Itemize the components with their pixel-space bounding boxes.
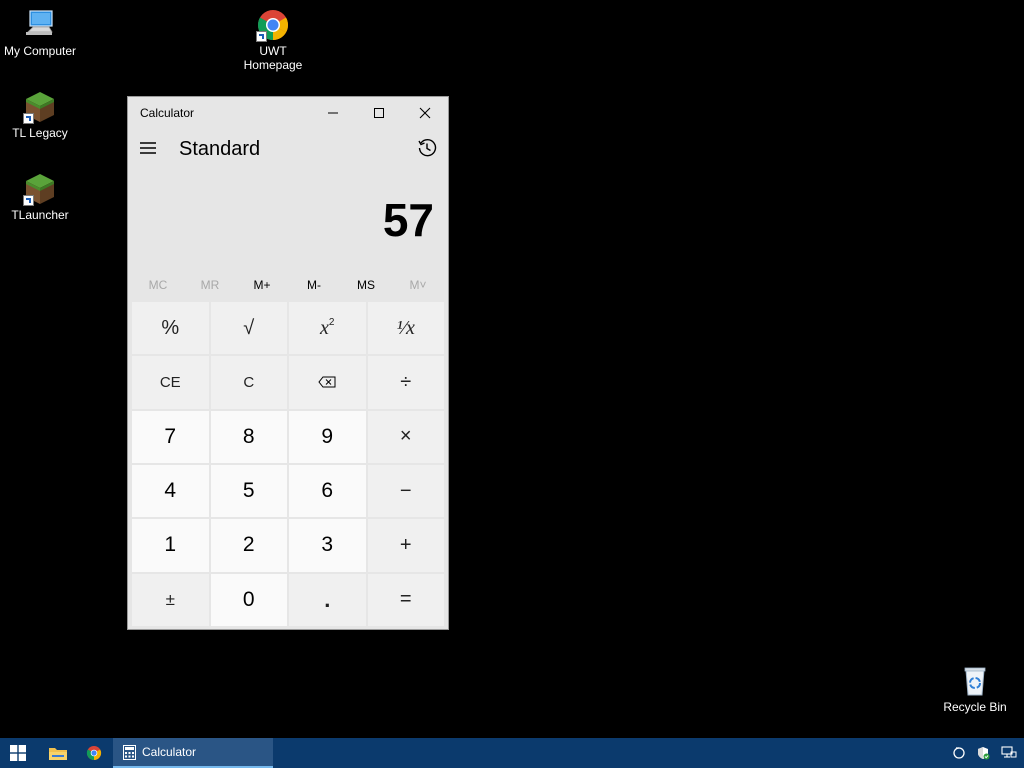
display-value: 57 xyxy=(382,194,434,246)
desktop-icon-label: My Computer xyxy=(3,44,77,58)
digit-1-button[interactable]: 1 xyxy=(132,519,209,572)
digit-0-button[interactable]: 0 xyxy=(210,573,287,626)
history-icon xyxy=(418,139,437,157)
maximize-icon xyxy=(374,108,384,118)
digit-9-button[interactable]: 9 xyxy=(289,410,366,463)
minecraft-block-icon xyxy=(23,90,57,124)
minecraft-block-icon xyxy=(23,172,57,206)
square-base-label: x xyxy=(320,316,329,339)
desktop-icon-recycle-bin[interactable]: Recycle Bin xyxy=(935,664,1015,714)
backspace-icon xyxy=(318,376,336,388)
clear-entry-button[interactable]: CE xyxy=(132,356,209,409)
calculator-window: Calculator Standard 57 MC MR M+ M- MS M˅… xyxy=(128,97,448,629)
memory-store-button[interactable]: MS xyxy=(340,274,392,296)
mode-bar: Standard xyxy=(128,129,448,169)
taskbar-file-explorer[interactable] xyxy=(40,738,76,768)
square-button[interactable]: x2 xyxy=(289,302,366,355)
reciprocal-button[interactable]: ¹⁄x xyxy=(367,302,444,355)
keypad: % √ x2 ¹⁄x CE C ÷ 7 8 9 × 4 5 6 − 1 2 3 … xyxy=(132,302,444,626)
square-exponent-label: 2 xyxy=(328,316,335,328)
maximize-button[interactable] xyxy=(356,97,402,129)
folder-icon xyxy=(49,748,67,760)
tray-security-icon[interactable] xyxy=(972,738,994,768)
decimal-button[interactable]: . xyxy=(289,573,366,626)
memory-list-button[interactable]: M˅ xyxy=(392,274,444,296)
memory-bar: MC MR M+ M- MS M˅ xyxy=(128,274,448,296)
digit-4-button[interactable]: 4 xyxy=(132,464,209,518)
digit-6-button[interactable]: 6 xyxy=(289,464,366,518)
shortcut-arrow-icon xyxy=(23,113,34,124)
chrome-icon xyxy=(86,745,102,761)
memory-recall-button[interactable]: MR xyxy=(184,274,236,296)
navigation-menu-button[interactable] xyxy=(136,133,160,163)
digit-7-button[interactable]: 7 xyxy=(132,410,209,463)
digit-8-button[interactable]: 8 xyxy=(210,410,287,463)
memory-subtract-button[interactable]: M- xyxy=(288,274,340,296)
desktop-icon-tlauncher[interactable]: TLauncher xyxy=(0,172,80,222)
taskbar: Calculator xyxy=(0,738,1024,768)
backspace-button[interactable] xyxy=(289,356,366,409)
desktop-icon-label: TLauncher xyxy=(11,208,69,222)
window-title: Calculator xyxy=(140,106,195,120)
shortcut-arrow-icon xyxy=(23,195,34,206)
clear-button[interactable]: C xyxy=(210,356,287,409)
shield-icon xyxy=(978,747,990,760)
multiply-button[interactable]: × xyxy=(367,410,444,463)
windows-logo-icon xyxy=(10,745,26,761)
recycle-bin-icon xyxy=(958,664,992,698)
desktop-icon-label: Homepage xyxy=(243,58,303,72)
taskbar-chrome[interactable] xyxy=(76,738,112,768)
calculator-icon xyxy=(123,744,136,760)
computer-icon xyxy=(23,8,57,42)
negate-button[interactable]: ± xyxy=(132,573,209,626)
equals-button[interactable]: = xyxy=(367,573,444,626)
desktop-icon-tl-legacy[interactable]: TL Legacy xyxy=(0,90,80,140)
desktop-icon-label: UWT xyxy=(259,44,287,58)
minimize-button[interactable] xyxy=(310,97,356,129)
tray-sync-icon[interactable] xyxy=(948,738,970,768)
network-icon xyxy=(1001,746,1017,758)
close-icon xyxy=(419,107,431,119)
hamburger-icon xyxy=(140,142,156,154)
title-bar[interactable]: Calculator xyxy=(128,97,448,129)
tray-network-icon[interactable] xyxy=(996,738,1022,768)
shortcut-arrow-icon xyxy=(256,31,267,42)
digit-3-button[interactable]: 3 xyxy=(289,519,366,572)
sync-icon xyxy=(953,747,965,759)
digit-2-button[interactable]: 2 xyxy=(210,519,287,572)
desktop-icon-label: Recycle Bin xyxy=(943,700,1007,714)
minimize-icon xyxy=(328,112,338,114)
chrome-icon xyxy=(256,8,290,42)
desktop-icon-uwt-homepage[interactable]: UWT Homepage xyxy=(233,8,313,72)
add-button[interactable]: + xyxy=(367,519,444,572)
close-button[interactable] xyxy=(402,97,448,129)
taskbar-calculator-label: Calculator xyxy=(142,745,197,759)
square-root-button[interactable]: √ xyxy=(210,302,287,355)
digit-5-button[interactable]: 5 xyxy=(210,464,287,518)
desktop-icon-my-computer[interactable]: My Computer xyxy=(0,8,80,58)
percent-button[interactable]: % xyxy=(132,302,209,355)
subtract-button[interactable]: − xyxy=(367,464,444,518)
history-button[interactable] xyxy=(412,133,442,163)
memory-clear-button[interactable]: MC xyxy=(132,274,184,296)
start-button[interactable] xyxy=(0,738,36,768)
mode-title: Standard xyxy=(179,138,261,160)
memory-add-button[interactable]: M+ xyxy=(236,274,288,296)
desktop: My Computer UWT Homepage TL Legacy TLaun… xyxy=(0,0,1024,738)
divide-button[interactable]: ÷ xyxy=(367,356,444,409)
taskbar-calculator[interactable]: Calculator xyxy=(113,738,273,768)
desktop-icon-label: TL Legacy xyxy=(12,126,68,140)
result-display: 57 xyxy=(128,169,448,274)
